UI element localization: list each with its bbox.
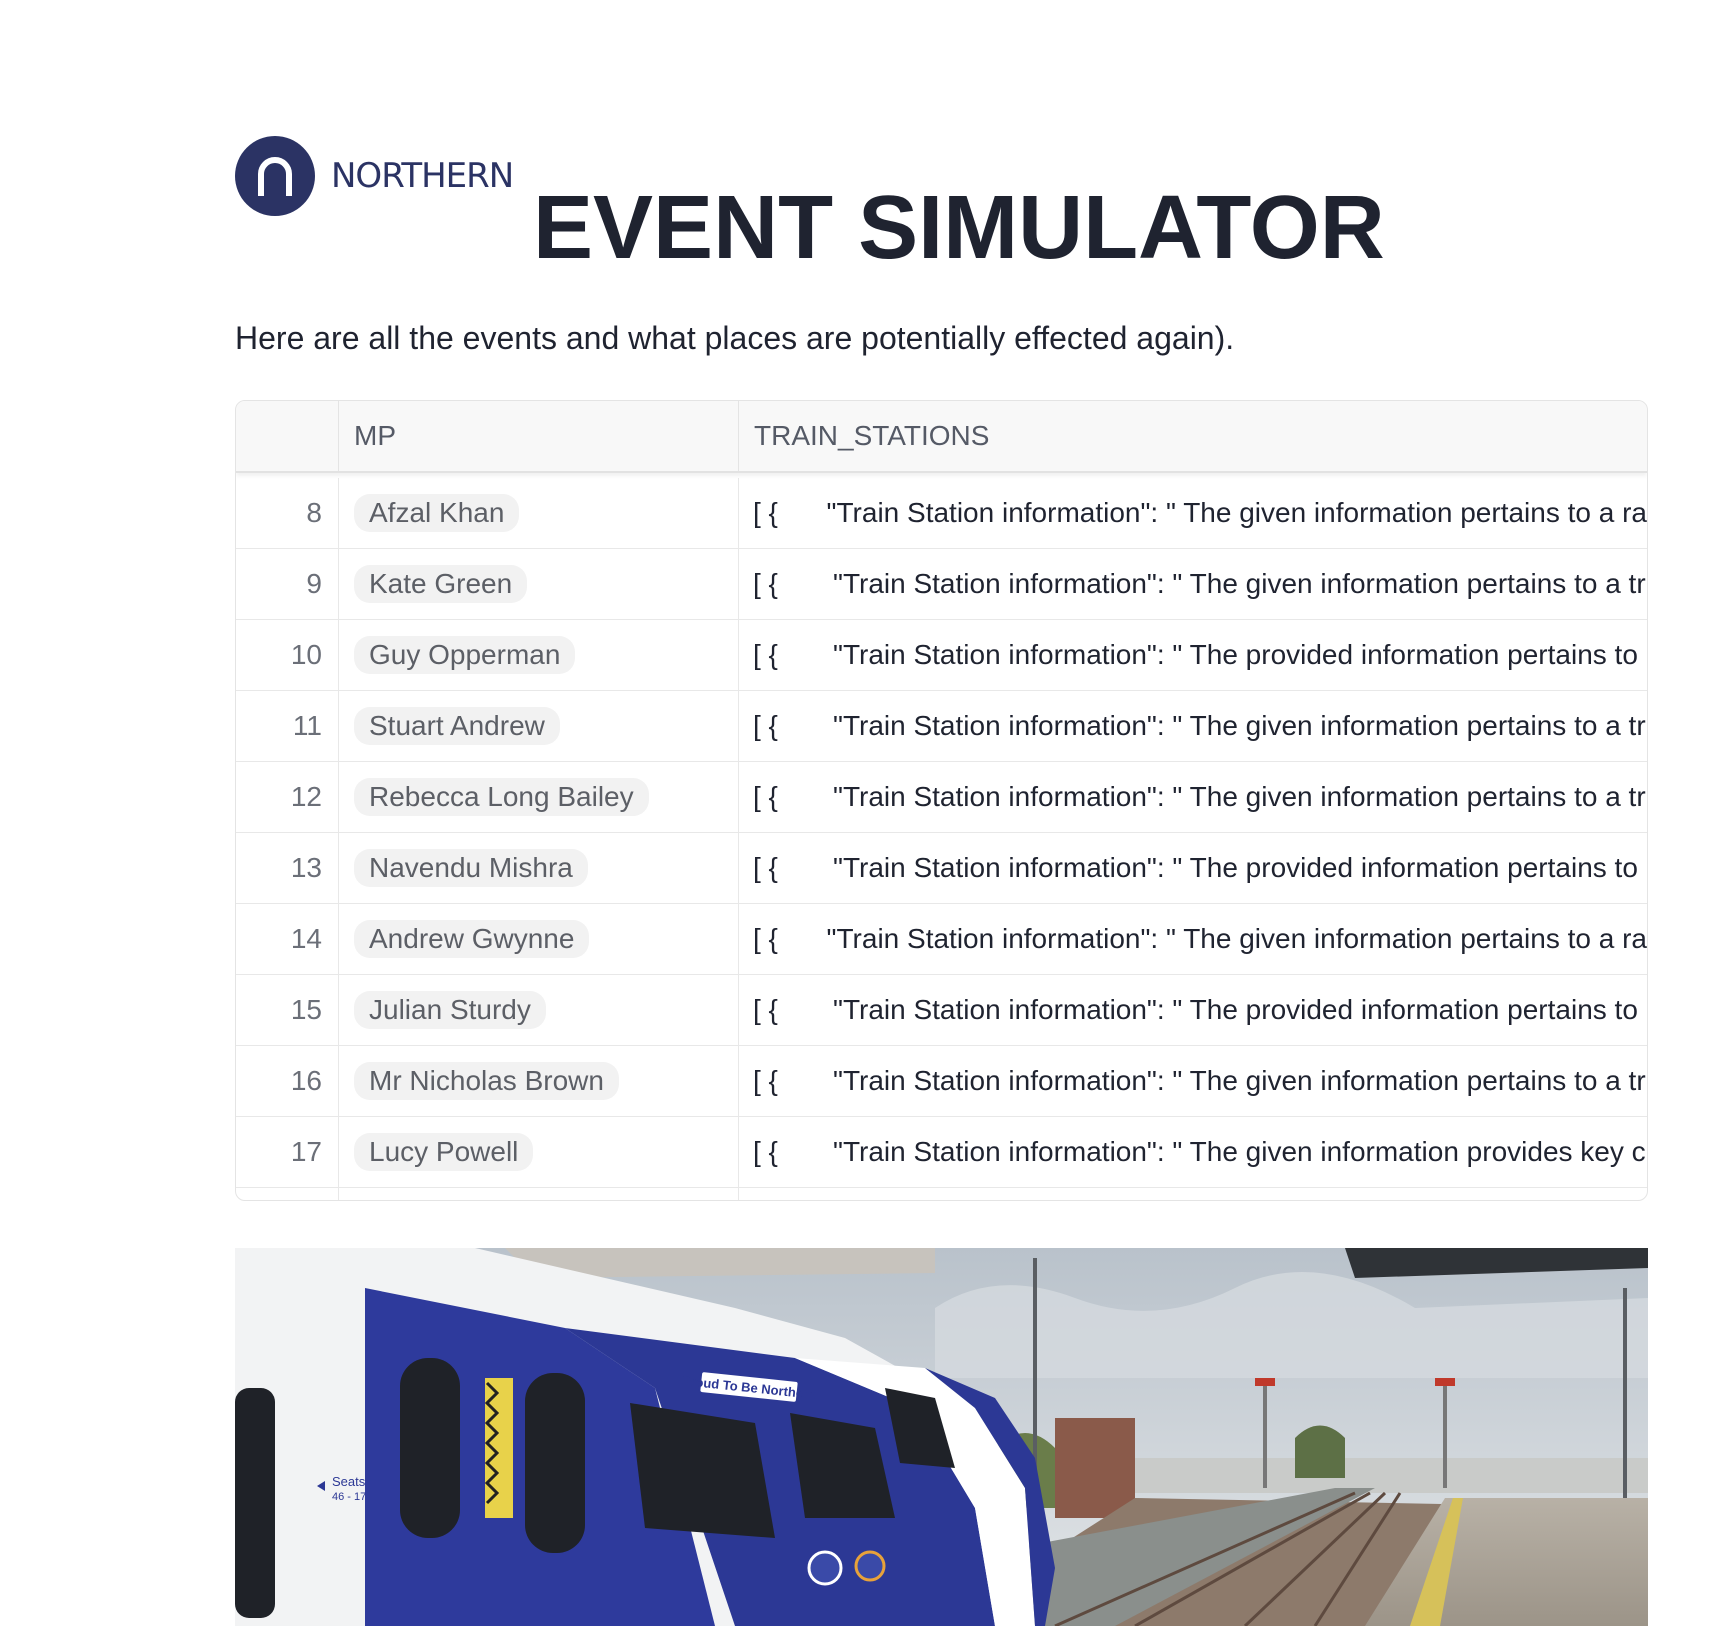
stations-text: "Train Station information": " The provi… [833,994,1638,1025]
json-brackets: [ { [753,923,778,954]
intro-text: Here are all the events and what places … [235,320,1235,356]
table-row[interactable]: 9 Kate Green [ { "Train Station informati… [236,549,1647,620]
mp-cell[interactable]: Afzal Khan [338,478,738,548]
mp-name: Julian Sturdy [354,991,546,1029]
northern-logo: NORTHERN [235,136,514,216]
events-table[interactable]: MP TRAIN_STATIONS 8 Afzal Khan [ { "Train… [235,400,1648,1201]
table-row[interactable]: 13 Navendu Mishra [ { "Train Station info… [236,833,1647,904]
mp-cell[interactable]: Rebecca Long Bailey [338,762,738,832]
stations-text: "Train Station information": " The given… [833,1065,1646,1096]
table-row[interactable]: 15 Julian Sturdy [ { "Train Station infor… [236,975,1647,1046]
stations-cell[interactable]: [ { "Train Station information": " The gi… [738,904,1647,974]
json-brackets: [ { [753,568,778,599]
row-index: 10 [290,639,322,670]
row-index: 11 [292,710,322,741]
stations-cell[interactable]: [ { "Train Station information": " The gi… [738,549,1647,619]
json-brackets: [ { [753,781,778,812]
table-row[interactable]: 8 Afzal Khan [ { "Train Station informati… [236,478,1647,549]
table-row[interactable]: 14 Andrew Gwynne [ { "Train Station infor… [236,904,1647,975]
mp-cell[interactable]: Navendu Mishra [338,833,738,903]
mp-cell[interactable]: Stuart Andrew [338,691,738,761]
stations-cell[interactable]: [ { "Train Station information": " The gi… [738,1046,1647,1116]
table-header: MP TRAIN_STATIONS [236,401,1647,473]
mp-name: Navendu Mishra [354,849,588,887]
stations-text: "Train Station information": " The given… [826,497,1647,528]
mp-cell[interactable]: Mr Nicholas Brown [338,1046,738,1116]
json-brackets: [ { [753,710,778,741]
mp-name: Rebecca Long Bailey [354,778,649,816]
mp-name: Andrew Gwynne [354,920,590,958]
row-index: 12 [290,781,322,812]
stations-text: "Train Station information": " The provi… [833,639,1638,670]
mp-cell[interactable]: Julian Sturdy [338,975,738,1045]
stations-text: "Train Station information": " The given… [833,710,1646,741]
json-brackets: [ { [753,1065,778,1096]
stations-text: "Train Station information": " The given… [833,1136,1646,1167]
stations-text: "Train Station information": " The given… [833,781,1646,812]
stations-cell[interactable]: [ { "Train Station information": " The pr… [738,833,1647,903]
mp-name: Afzal Khan [354,494,520,532]
table-row[interactable]: 17 Lucy Powell [ { "Train Station informa… [236,1117,1647,1188]
mp-cell[interactable]: Lucy Powell [338,1117,738,1187]
row-index: 17 [290,1136,322,1167]
stations-cell[interactable]: [ { "Train Station information": " The gi… [738,762,1647,832]
stations-cell[interactable]: [ { "Train Station information": " The gi… [738,1117,1647,1187]
train-stations-column-header[interactable]: TRAIN_STATIONS [738,401,1647,471]
row-index: 8 [306,497,322,528]
mp-column-header[interactable]: MP [338,401,738,471]
mp-name: Lucy Powell [354,1133,534,1171]
stations-cell[interactable]: [ { "Train Station information": " The pr… [738,975,1647,1045]
seats-label: Seats [332,1474,366,1489]
json-brackets: [ { [753,852,778,883]
row-index: 14 [290,923,322,954]
mp-cell[interactable]: Kate Green [338,549,738,619]
stations-text: "Train Station information": " The provi… [833,852,1638,883]
index-column-header[interactable] [236,401,338,471]
json-brackets: [ { [753,994,778,1025]
table-row[interactable]: 10 Guy Opperman [ { "Train Station inform… [236,620,1647,691]
row-index: 13 [290,852,322,883]
stations-cell[interactable]: [ { "Train Station information": " The gi… [738,691,1647,761]
mp-cell[interactable]: Guy Opperman [338,620,738,690]
brand-name: NORTHERN [331,156,514,196]
page: NORTHERN EVENT SIMULATOR Here are all th… [235,0,1648,1626]
table-footer-spacer [236,1182,1647,1200]
row-index: 16 [290,1065,322,1096]
table-row[interactable]: 12 Rebecca Long Bailey [ { "Train Station… [236,762,1647,833]
table-row[interactable]: 11 Stuart Andrew [ { "Train Station infor… [236,691,1647,762]
row-index: 15 [290,994,322,1025]
table-row[interactable]: 16 Mr Nicholas Brown [ { "Train Station i… [236,1046,1647,1117]
json-brackets: [ { [753,1136,778,1167]
row-index: 9 [306,568,322,599]
stations-text: "Train Station information": " The given… [826,923,1647,954]
train-station-photo: Proud To Be Northern Seats 46 - 17 [235,1248,1648,1626]
header: NORTHERN EVENT SIMULATOR Here are all th… [235,0,1648,356]
mp-name: Kate Green [354,565,528,603]
json-brackets: [ { [753,639,778,670]
json-brackets: [ { [753,497,778,528]
seats-range: 46 - 17 [332,1491,366,1503]
column-divider [738,1182,739,1200]
northern-arch-icon [235,136,315,216]
stations-cell[interactable]: [ { "Train Station information": " The pr… [738,620,1647,690]
mp-name: Mr Nicholas Brown [354,1062,619,1100]
mp-name: Guy Opperman [354,636,576,674]
mp-name: Stuart Andrew [354,707,560,745]
mp-cell[interactable]: Andrew Gwynne [338,904,738,974]
stations-text: "Train Station information": " The given… [833,568,1646,599]
column-divider [338,1182,339,1200]
stations-cell[interactable]: [ { "Train Station information": " The gi… [738,478,1647,548]
page-title: EVENT SIMULATOR [533,178,1385,278]
table-body: 8 Afzal Khan [ { "Train Station informati… [236,478,1647,1188]
